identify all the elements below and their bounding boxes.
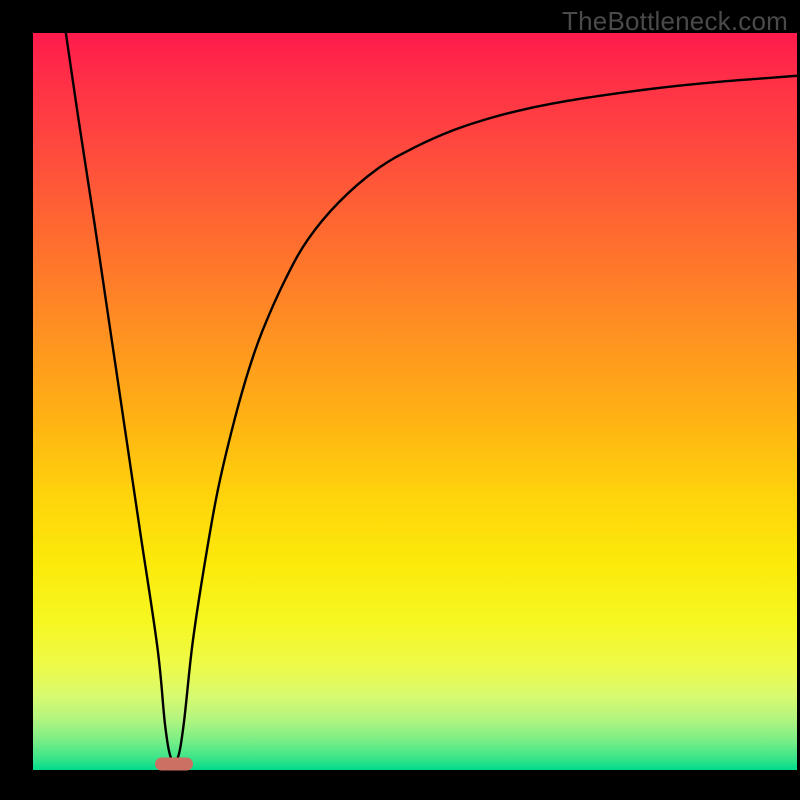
bottleneck-curve bbox=[33, 33, 797, 770]
minimum-marker bbox=[155, 758, 193, 771]
chart-frame: TheBottleneck.com bbox=[0, 0, 800, 800]
plot-area bbox=[33, 33, 797, 770]
watermark-text: TheBottleneck.com bbox=[562, 6, 788, 37]
